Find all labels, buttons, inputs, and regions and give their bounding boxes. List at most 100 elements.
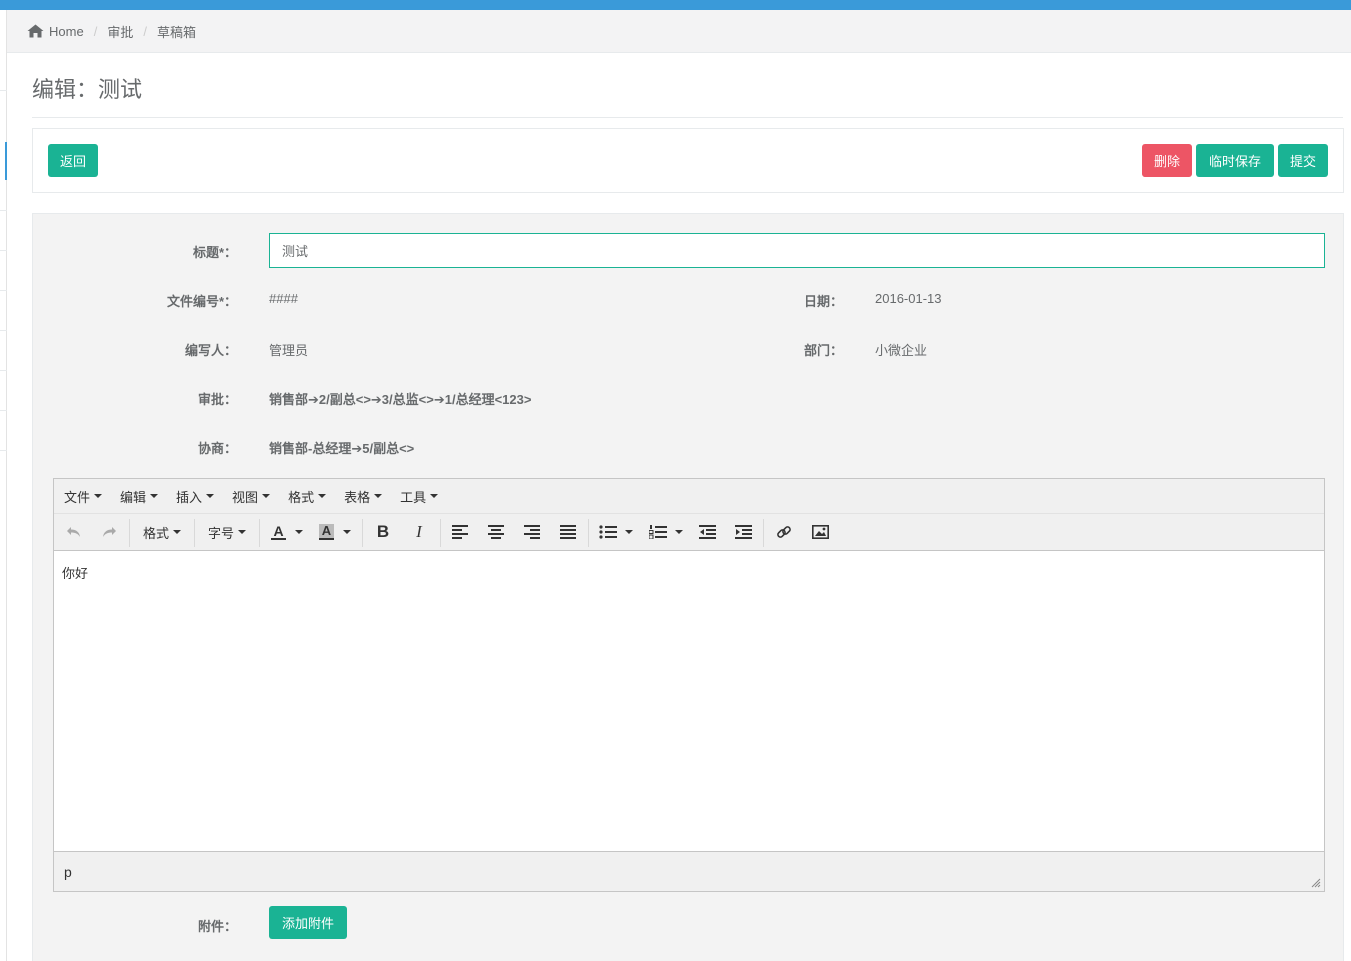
undo-button[interactable] [62, 520, 86, 544]
date-value: 2016-01-13 [875, 291, 942, 306]
chevron-down-icon [318, 494, 327, 498]
align-center-button[interactable] [484, 520, 508, 544]
insert-link-button[interactable] [772, 520, 796, 544]
sidebar-divider [0, 250, 7, 251]
chevron-down-icon [262, 494, 271, 498]
redo-button[interactable] [97, 520, 121, 544]
sidebar-divider [0, 90, 7, 91]
indent-button[interactable] [731, 520, 755, 544]
docno-value: #### [269, 291, 298, 306]
author-label: 编写人： [184, 343, 237, 358]
element-path[interactable]: p [64, 864, 72, 880]
align-justify-icon [560, 525, 576, 539]
bullet-list-button[interactable] [596, 520, 636, 544]
menu-table-label: 表格 [344, 489, 371, 505]
author-value: 管理员 [269, 343, 309, 358]
chevron-down-icon [294, 530, 303, 534]
image-icon [811, 525, 829, 539]
menu-format[interactable]: 格式 [288, 487, 327, 506]
top-accent-bar [0, 0, 1351, 10]
align-right-button[interactable] [520, 520, 544, 544]
format-select-label: 格式 [142, 525, 169, 541]
menu-edit[interactable]: 编辑 [120, 487, 159, 506]
action-bar: 返回 删除 临时保存 提交 [32, 128, 1344, 193]
indent-icon [734, 525, 752, 539]
home-icon [27, 24, 44, 38]
sidebar-edge [0, 10, 7, 961]
menu-file[interactable]: 文件 [64, 487, 103, 506]
breadcrumb-separator: / [143, 23, 147, 39]
chevron-down-icon [374, 494, 383, 498]
numbered-list-icon [649, 525, 667, 539]
menu-insert[interactable]: 插入 [176, 487, 215, 506]
bold-button[interactable]: B [370, 520, 396, 544]
editor-paragraph: 你好 [62, 566, 89, 581]
chevron-down-icon [94, 494, 103, 498]
date-label: 日期： [803, 294, 843, 309]
text-color-icon: A [271, 523, 286, 540]
chevron-down-icon [343, 530, 352, 534]
menu-view-label: 视图 [232, 489, 259, 505]
temp-save-button[interactable]: 临时保存 [1196, 144, 1274, 177]
italic-button[interactable]: I [406, 520, 432, 544]
dept-label: 部门： [803, 343, 843, 358]
format-select[interactable]: 格式 [138, 520, 186, 544]
toolbar-separator [194, 519, 195, 547]
submit-button[interactable]: 提交 [1278, 144, 1328, 177]
docno-label: 文件编号*： [166, 294, 237, 309]
breadcrumb-item-approval[interactable]: 审批 [107, 22, 133, 41]
chevron-down-icon [675, 530, 683, 534]
chevron-down-icon [173, 530, 181, 534]
toolbar-separator [259, 519, 260, 547]
bullet-list-icon [599, 525, 617, 539]
toolbar-separator [763, 519, 764, 547]
menu-format-label: 格式 [288, 489, 315, 505]
undo-icon [67, 527, 80, 537]
rich-text-editor: 文件 编辑 插入 视图 格式 表格 工具 格式 字号 A A B I 你好 p [53, 478, 1325, 892]
toolbar-separator [362, 519, 363, 547]
align-left-icon [452, 525, 468, 539]
title-input[interactable] [269, 233, 1325, 268]
text-color-button[interactable]: A [267, 520, 307, 544]
chevron-down-icon [206, 494, 215, 498]
title-divider [32, 117, 1343, 118]
background-color-button[interactable]: A [314, 520, 356, 544]
menu-file-label: 文件 [64, 489, 91, 505]
editor-toolbar: 格式 字号 A A B I [54, 514, 1324, 551]
redo-icon [103, 527, 116, 537]
fontsize-select[interactable]: 字号 [204, 520, 250, 544]
menu-insert-label: 插入 [176, 489, 203, 505]
back-button[interactable]: 返回 [48, 144, 98, 177]
resize-handle-icon[interactable] [1311, 878, 1321, 888]
breadcrumb-separator: / [93, 23, 98, 39]
breadcrumb-home-link[interactable]: Home [49, 24, 84, 39]
sidebar-divider [0, 410, 7, 411]
breadcrumb-item-drafts: 草稿箱 [156, 24, 196, 40]
add-attachment-button[interactable]: 添加附件 [269, 906, 347, 939]
breadcrumb: Home / 审批 / 草稿箱 [7, 10, 1351, 53]
attachment-label: 附件： [197, 919, 237, 934]
edit-form: 标题*： 文件编号*： #### 日期： 2016-01-13 编写人： 管理员… [32, 213, 1344, 961]
sidebar-divider [0, 330, 7, 331]
toolbar-separator [588, 519, 589, 547]
sidebar-active-marker [5, 142, 7, 180]
numbered-list-button[interactable] [646, 520, 686, 544]
menu-tools[interactable]: 工具 [400, 487, 439, 506]
align-justify-button[interactable] [556, 520, 580, 544]
insert-image-button[interactable] [808, 520, 832, 544]
title-label: 标题*： [192, 245, 237, 260]
chevron-down-icon [150, 494, 159, 498]
editor-content[interactable]: 你好 [54, 551, 1324, 851]
outdent-button[interactable] [695, 520, 719, 544]
align-right-icon [524, 525, 540, 539]
menu-table[interactable]: 表格 [344, 487, 383, 506]
menu-view[interactable]: 视图 [232, 487, 271, 506]
sidebar-divider [0, 450, 7, 451]
consult-label: 协商： [197, 441, 237, 456]
align-center-icon [488, 525, 504, 539]
outdent-icon [698, 525, 716, 539]
toolbar-separator [129, 519, 130, 547]
delete-button[interactable]: 删除 [1142, 144, 1192, 177]
background-color-icon: A [318, 524, 335, 540]
align-left-button[interactable] [448, 520, 472, 544]
